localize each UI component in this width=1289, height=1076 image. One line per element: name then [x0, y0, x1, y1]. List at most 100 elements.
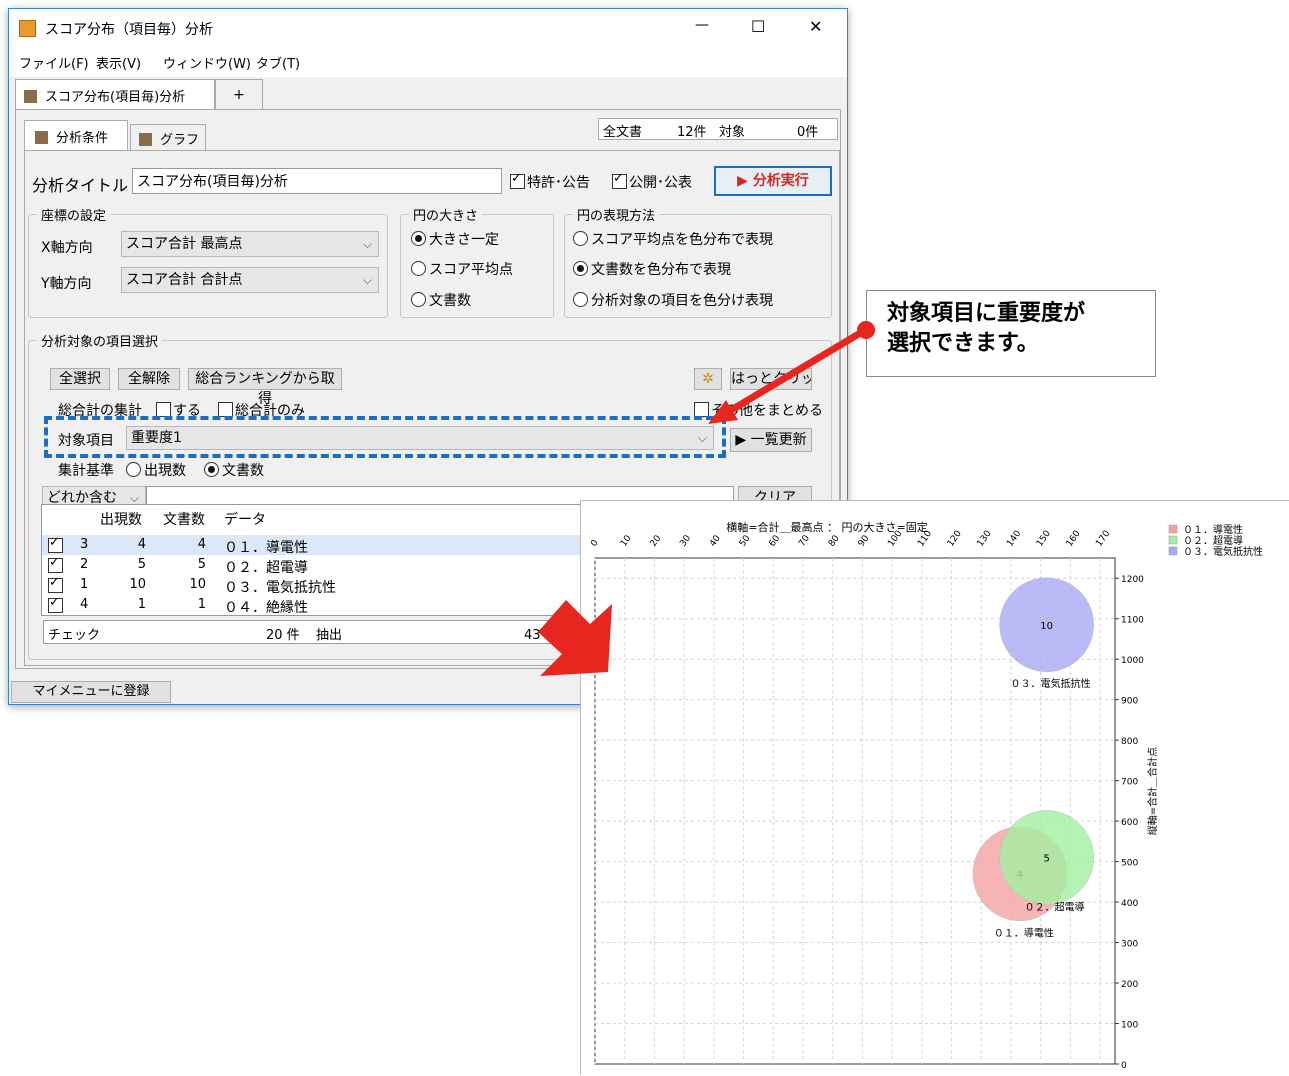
refresh-list-button[interactable]: ▶ 一覧更新 — [730, 428, 812, 452]
patent-checkbox[interactable]: 特許･公告 — [510, 171, 590, 192]
radio-icon — [411, 261, 426, 276]
chevron-down-icon: ⌵ — [697, 431, 707, 445]
size-docs-radio[interactable]: 文書数 — [411, 290, 471, 310]
row-docs: 5 — [197, 557, 206, 572]
table-footer: チェック 20 件 抽出 43 件 — [43, 620, 583, 644]
public-check-label: 公開･公表 — [629, 175, 692, 191]
all-docs-value: 12件 — [677, 125, 707, 140]
checkbox-icon — [156, 402, 171, 417]
x-tick-label: 80 — [827, 533, 842, 548]
target-docs-value: 0件 — [797, 125, 819, 140]
row-data: ０３．電気抵抗性 — [224, 580, 336, 596]
count-box: 全文書 12件 対象 0件 — [598, 118, 838, 140]
expr-avg-radio[interactable]: スコア平均点を色分布で表現 — [573, 229, 773, 249]
basis-appear-label: 出現数 — [144, 463, 186, 479]
select-all-button[interactable]: 全選択 — [50, 368, 110, 390]
bubble-value-label: 10 — [1040, 621, 1053, 632]
footer-check-value: 20 件 — [266, 628, 300, 643]
minimize-button[interactable]: — — [695, 17, 709, 33]
size-docs-label: 文書数 — [429, 293, 471, 309]
doc-tab-label: スコア分布(項目毎)分析 — [45, 90, 186, 105]
hatto-clip-label: はっとクリップ — [731, 371, 811, 387]
clear-all-button[interactable]: 全解除 — [118, 368, 180, 390]
public-checkbox[interactable]: 公開･公表 — [612, 171, 692, 192]
add-tab-button[interactable]: + — [215, 79, 263, 109]
x-axis-value: スコア合計 最高点 — [126, 236, 243, 252]
all-docs-label: 全文書 — [603, 125, 643, 140]
y-tick-label: 100 — [1121, 1021, 1138, 1031]
row-data: ０２．超電導 — [224, 560, 308, 576]
others-label: その他をまとめる — [711, 403, 823, 419]
basis-docs-radio[interactable]: 文書数 — [204, 460, 264, 480]
bubble-value-label: 5 — [1043, 854, 1049, 865]
radio-icon — [411, 231, 426, 246]
tab-graph[interactable]: グラフ — [130, 124, 206, 150]
run-analysis-button[interactable]: ▶ 分析実行 — [714, 166, 832, 196]
size-avg-radio[interactable]: スコア平均点 — [411, 259, 513, 279]
x-axis-select[interactable]: スコア合計 最高点 ⌵ — [121, 231, 379, 257]
y-axis-select[interactable]: スコア合計 合計点 ⌵ — [121, 267, 379, 293]
bubble-name-label: ０３．電気抵抗性 — [1011, 677, 1091, 690]
checkbox-icon — [694, 402, 709, 417]
x-tick-label: 50 — [738, 533, 753, 548]
row-docs: 4 — [197, 537, 206, 552]
app-icon — [19, 20, 36, 37]
ranking-button[interactable]: 総合ランキングから取得 — [188, 368, 342, 407]
patent-check-icon — [510, 171, 525, 189]
window-title: スコア分布（項目毎）分析 — [45, 22, 213, 38]
x-axis-label: X軸方向 — [41, 240, 93, 256]
checkbox-icon — [218, 402, 233, 417]
target-select[interactable]: 重要度1 ⌵ — [126, 426, 714, 450]
hatto-clip-button[interactable]: はっとクリップ — [730, 368, 812, 390]
col-docs: 文書数 — [163, 512, 205, 528]
doc-tab[interactable]: スコア分布(項目毎)分析 — [15, 79, 215, 109]
tab-conditions[interactable]: 分析条件 — [24, 120, 128, 150]
menu-view[interactable]: 表示(V) — [96, 53, 141, 72]
x-tick-label: 30 — [678, 533, 693, 548]
table-row[interactable]: 11010０３．電気抵抗性 — [42, 575, 582, 596]
menu-window[interactable]: ウィンドウ(W) — [163, 53, 251, 72]
basis-label: 集計基準 — [58, 463, 114, 479]
size-fixed-radio[interactable]: 大きさ一定 — [411, 229, 499, 249]
expr-docs-radio[interactable]: 文書数を色分布で表現 — [573, 259, 731, 279]
conditions-icon — [35, 131, 48, 144]
basis-docs-label: 文書数 — [222, 463, 264, 479]
expr-avg-label: スコア平均点を色分布で表現 — [591, 232, 773, 248]
x-tick-label: 10 — [619, 533, 634, 548]
basis-appear-radio[interactable]: 出現数 — [126, 460, 186, 480]
expr-item-radio[interactable]: 分析対象の項目を色分け表現 — [573, 290, 773, 310]
footer-check-label: チェック — [48, 628, 101, 643]
legend-label: ０１．導電性 — [1183, 523, 1243, 536]
footer-extract-value: 43 件 — [524, 628, 558, 643]
y-tick-label: 200 — [1121, 980, 1138, 990]
radio-icon — [573, 292, 588, 307]
legend-swatch — [1168, 535, 1178, 545]
menu-tab[interactable]: タブ(T) — [256, 53, 300, 72]
maximize-button[interactable]: ☐ — [751, 17, 765, 36]
y-axis-label: Y軸方向 — [41, 276, 92, 292]
callout-box: 対象項目に重要度が 選択できます。 — [866, 290, 1156, 377]
bubble-name-label: ０２．超電導 — [1025, 901, 1085, 914]
y-axis-value: スコア合計 合計点 — [126, 272, 243, 288]
settings-button[interactable]: ✲ — [694, 368, 722, 390]
target-label: 対象項目 — [58, 433, 114, 449]
close-button[interactable]: ✕ — [809, 17, 822, 36]
menu-file[interactable]: ファイル(F) — [19, 53, 89, 72]
target-docs-label: 対象 — [719, 125, 746, 140]
title-input[interactable]: スコア分布(項目毎)分析 — [132, 168, 502, 194]
y-tick-label: 800 — [1121, 737, 1138, 747]
table-row[interactable]: 344０１．導電性 — [42, 535, 582, 556]
register-menu-button[interactable]: マイメニューに登録 — [11, 681, 171, 703]
row-docs: 10 — [189, 577, 206, 592]
x-tick-label: 20 — [649, 533, 664, 548]
y-tick-label: 0 — [1121, 1061, 1127, 1071]
radio-icon — [573, 231, 588, 246]
legend-swatch — [1168, 546, 1178, 556]
radio-icon — [573, 261, 588, 276]
tab-graph-label: グラフ — [160, 133, 200, 148]
x-tick-label: 90 — [857, 533, 872, 548]
public-check-icon — [612, 171, 627, 189]
table-row[interactable]: 255０２．超電導 — [42, 555, 582, 576]
row-data: ０１．導電性 — [224, 540, 308, 556]
table-row[interactable]: 411０４．絶縁性 — [42, 595, 582, 616]
